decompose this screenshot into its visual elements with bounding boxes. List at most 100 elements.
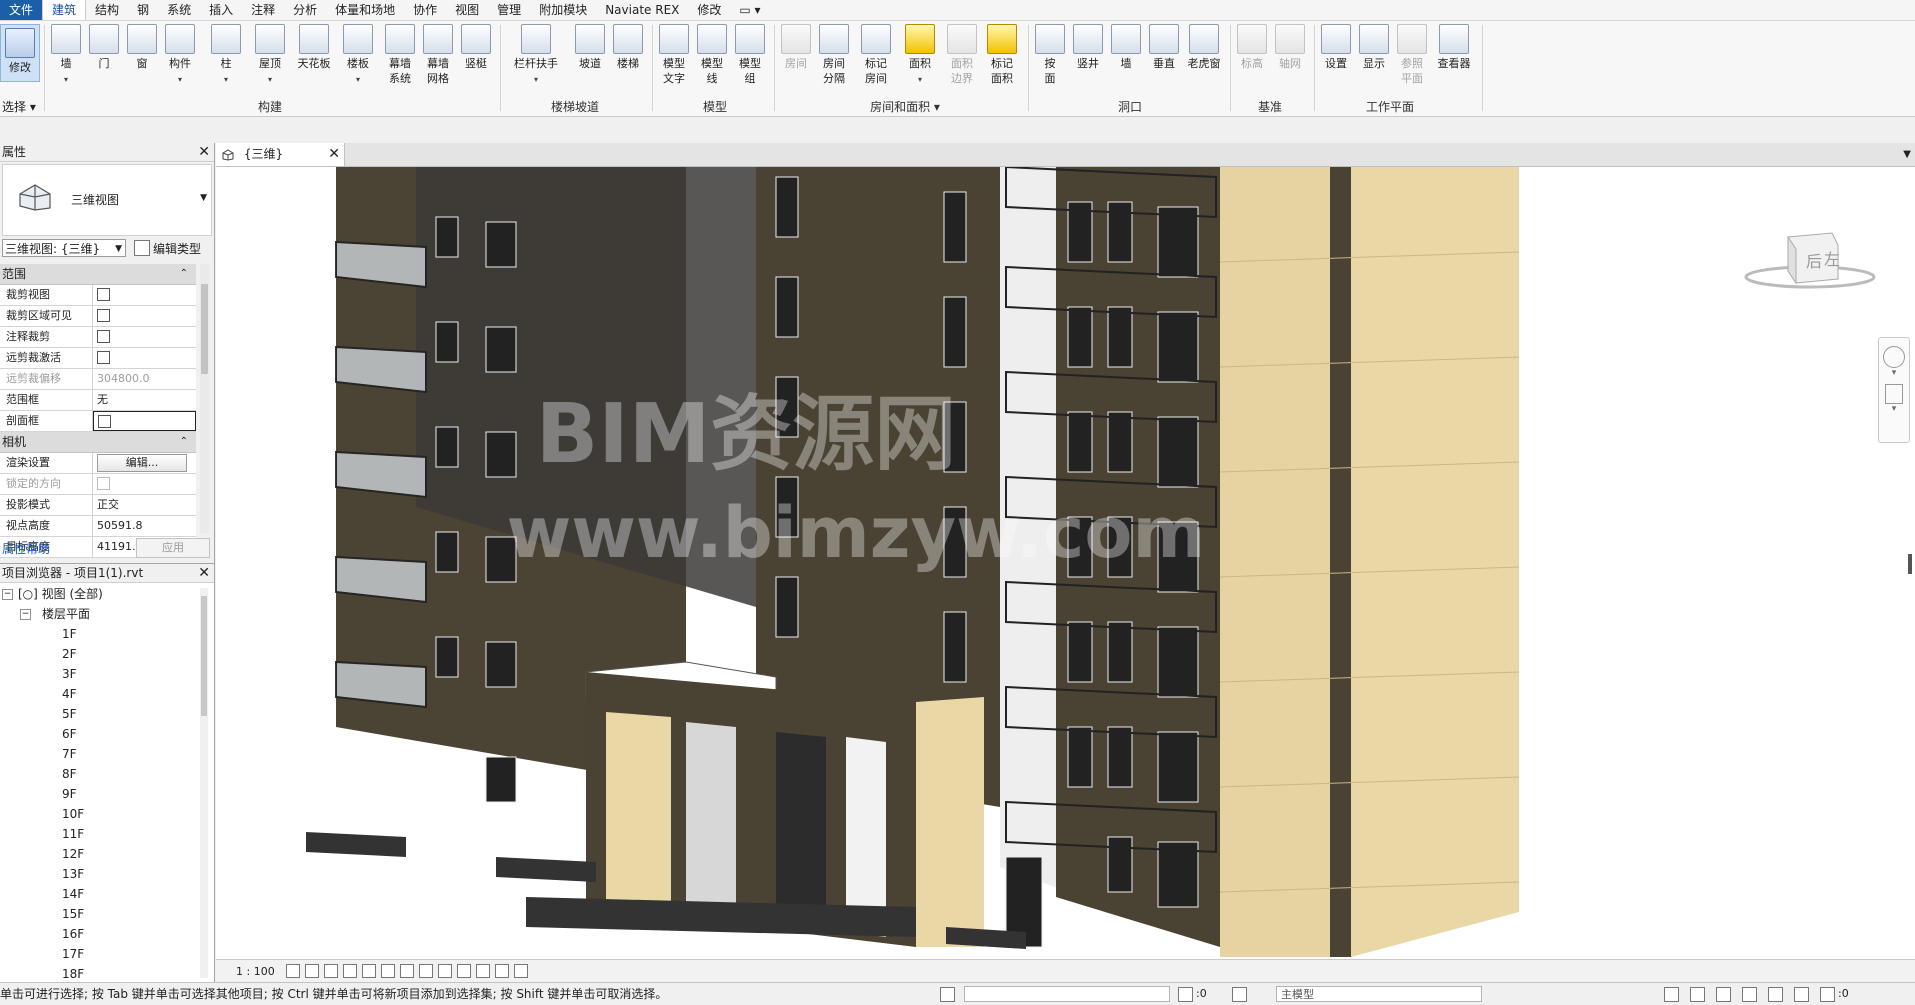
- menu-file[interactable]: 文件: [0, 0, 43, 20]
- menu-addins[interactable]: 附加模块: [530, 0, 596, 20]
- stair-button[interactable]: 楼梯: [610, 24, 646, 71]
- scope-box-value[interactable]: 无: [93, 390, 196, 410]
- area-boundary-button[interactable]: 面积 边界: [944, 24, 980, 86]
- room-separator-button[interactable]: 房间 分隔: [816, 24, 852, 86]
- show-crop-icon[interactable]: [400, 964, 414, 978]
- menu-naviate[interactable]: Naviate REX: [596, 0, 688, 20]
- roof-button[interactable]: 屋顶 ▾: [252, 24, 288, 87]
- browser-scrollbar[interactable]: [200, 588, 208, 978]
- tree-level-item[interactable]: 15F: [0, 904, 200, 924]
- tab-menu-icon[interactable]: ▼: [1903, 143, 1911, 166]
- sun-path-icon[interactable]: [324, 964, 338, 978]
- modify-button[interactable]: 修改: [0, 24, 40, 82]
- viewcube[interactable]: 后 左: [1740, 227, 1880, 307]
- ramp-button[interactable]: 坡道: [572, 24, 608, 71]
- menu-structure[interactable]: 结构: [86, 0, 128, 20]
- tree-level-item[interactable]: 16F: [0, 924, 200, 944]
- workset-icon[interactable]: [940, 987, 955, 1002]
- analytical-model-icon[interactable]: [476, 964, 490, 978]
- tree-level-item[interactable]: 3F: [0, 664, 200, 684]
- tree-level-item[interactable]: 18F: [0, 964, 200, 984]
- select-dropdown[interactable]: 选择 ▾: [2, 98, 36, 115]
- visual-style-icon[interactable]: [305, 964, 319, 978]
- close-icon[interactable]: ✕: [198, 143, 210, 161]
- apply-button[interactable]: 应用: [136, 538, 210, 558]
- by-face-button[interactable]: 按面: [1032, 24, 1068, 86]
- tag-area-button[interactable]: 标记 面积: [984, 24, 1020, 86]
- level-button[interactable]: 标高: [1234, 24, 1270, 71]
- curtain-grid-button[interactable]: 幕墙 网格: [420, 24, 456, 86]
- tree-views-root[interactable]: − [○] 视图 (全部): [0, 584, 200, 604]
- render-settings-edit-button[interactable]: 编辑...: [97, 454, 187, 472]
- eye-elevation-value[interactable]: 50591.8: [93, 516, 196, 536]
- tree-level-item[interactable]: 17F: [0, 944, 200, 964]
- panel-room-area-label[interactable]: 房间和面积 ▾: [850, 98, 960, 115]
- constraints-icon[interactable]: [514, 964, 528, 978]
- reveal-hidden-icon[interactable]: [457, 964, 471, 978]
- model-line-button[interactable]: 模型线: [694, 24, 730, 86]
- tab-3d-view[interactable]: {三维} ✕: [216, 143, 345, 166]
- menu-architecture[interactable]: 建筑: [42, 0, 87, 20]
- model-group-button[interactable]: 模型组: [732, 24, 768, 86]
- vertical-opening-button[interactable]: 垂直: [1146, 24, 1182, 71]
- drag-elements-icon[interactable]: [1768, 987, 1783, 1002]
- area-button[interactable]: 面积 ▾: [902, 24, 938, 87]
- collapse-icon[interactable]: −: [20, 609, 31, 620]
- mullion-button[interactable]: 竖梃: [458, 24, 494, 71]
- menu-insert[interactable]: 插入: [200, 0, 242, 20]
- set-workplane-button[interactable]: 设置: [1318, 24, 1354, 71]
- chevron-down-icon[interactable]: ▼: [200, 193, 207, 203]
- wall-button[interactable]: 墙 ▾: [48, 24, 84, 87]
- ceiling-button[interactable]: 天花板: [294, 24, 334, 71]
- properties-scrollbar[interactable]: [200, 264, 209, 533]
- shaft-button[interactable]: 竖井: [1070, 24, 1106, 71]
- tree-level-item[interactable]: 8F: [0, 764, 200, 784]
- design-option-select[interactable]: 主模型: [1276, 986, 1482, 1002]
- collapse-icon[interactable]: ⌃: [180, 264, 188, 284]
- select-pinned-icon[interactable]: [1716, 987, 1731, 1002]
- menu-steel[interactable]: 钢: [128, 0, 158, 20]
- menu-collaborate[interactable]: 协作: [404, 0, 446, 20]
- section-extents[interactable]: 范围 ⌃: [0, 264, 196, 285]
- select-by-face-icon[interactable]: [1742, 987, 1757, 1002]
- crop-view-checkbox[interactable]: [97, 287, 110, 301]
- railing-button[interactable]: 栏杆扶手 ▾: [506, 24, 566, 87]
- temporary-hide-icon[interactable]: [438, 964, 452, 978]
- menu-annotate[interactable]: 注释: [242, 0, 284, 20]
- properties-help-link[interactable]: 属性帮助: [0, 540, 50, 557]
- steering-wheel-icon[interactable]: [1883, 346, 1905, 368]
- render-icon[interactable]: [362, 964, 376, 978]
- select-links-icon[interactable]: [1664, 987, 1679, 1002]
- tag-room-button[interactable]: 标记 房间: [858, 24, 894, 86]
- tree-level-item[interactable]: 7F: [0, 744, 200, 764]
- type-selector[interactable]: 三维视图 ▼: [2, 164, 212, 236]
- curtain-system-button[interactable]: 幕墙 系统: [382, 24, 418, 86]
- component-button[interactable]: 构件 ▾: [162, 24, 198, 87]
- tree-level-item[interactable]: 11F: [0, 824, 200, 844]
- lock-view-icon[interactable]: [419, 964, 433, 978]
- window-button[interactable]: 窗: [124, 24, 160, 71]
- background-process-icon[interactable]: [1794, 987, 1809, 1002]
- section-box-checkbox[interactable]: [98, 414, 111, 428]
- 3d-viewport[interactable]: BIM资源网 www.bimzyw.com 后 左 ▾ ▾: [216, 167, 1915, 959]
- design-options-icon[interactable]: [1232, 987, 1247, 1002]
- chevron-down-icon[interactable]: ▾: [1879, 368, 1909, 378]
- menu-modify[interactable]: 修改: [688, 0, 730, 20]
- shadows-icon[interactable]: [343, 964, 357, 978]
- tree-level-item[interactable]: 9F: [0, 784, 200, 804]
- tree-level-item[interactable]: 6F: [0, 724, 200, 744]
- close-tab-icon[interactable]: ✕: [328, 143, 340, 166]
- column-button[interactable]: 柱 ▾: [208, 24, 244, 87]
- menu-massing[interactable]: 体量和场地: [326, 0, 404, 20]
- crop-region-visible-checkbox[interactable]: [97, 308, 110, 322]
- tree-level-item[interactable]: 5F: [0, 704, 200, 724]
- show-workplane-button[interactable]: 显示: [1356, 24, 1392, 71]
- chevron-down-icon[interactable]: ▾: [1879, 404, 1909, 414]
- door-button[interactable]: 门: [86, 24, 122, 71]
- close-icon[interactable]: ✕: [198, 564, 210, 582]
- tree-level-item[interactable]: 14F: [0, 884, 200, 904]
- tree-level-item[interactable]: 1F: [0, 624, 200, 644]
- projection-mode-value[interactable]: 正交: [93, 495, 196, 515]
- menu-systems[interactable]: 系统: [158, 0, 200, 20]
- filter-icon[interactable]: [1820, 987, 1835, 1002]
